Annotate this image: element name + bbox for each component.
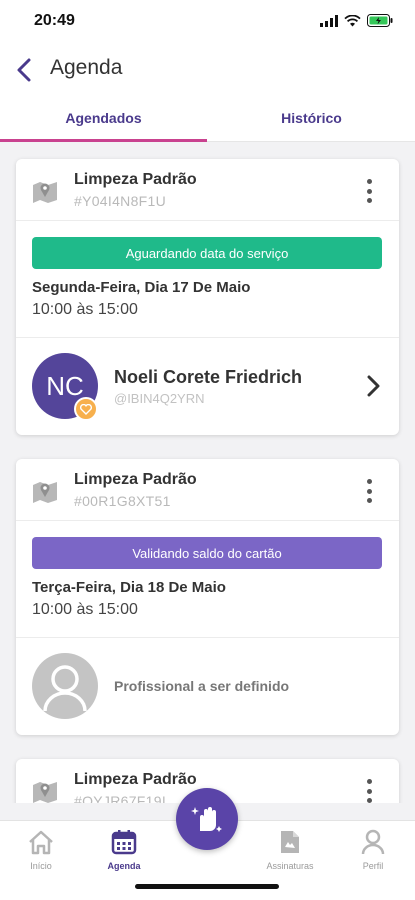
nav-item-assinaturas[interactable]: Assinaturas: [255, 829, 325, 871]
signal-icon: [320, 14, 338, 27]
status-bar: 20:49: [0, 0, 415, 46]
placeholder-avatar-icon: [32, 653, 98, 719]
service-code: #00R1G8XT51: [74, 493, 171, 509]
status-icons: [320, 14, 393, 27]
nav-label: Início: [30, 861, 52, 871]
nav-item-perfil[interactable]: Perfil: [338, 829, 408, 871]
nav-label: Perfil: [362, 861, 384, 871]
map-pin-icon: [33, 182, 57, 203]
appointment-date: Terça-Feira, Dia 18 De Maio: [32, 579, 226, 596]
nav-item-inicio[interactable]: Início: [6, 829, 76, 871]
status-badge: Validando saldo do cartão: [32, 537, 382, 569]
card-header: Limpeza Padrão #00R1G8XT51: [16, 459, 399, 521]
cleaning-action-button[interactable]: [176, 788, 238, 850]
nav-label: Assinaturas: [266, 861, 314, 871]
calendar-icon: [111, 830, 137, 855]
service-title: Limpeza Padrão: [74, 471, 197, 488]
app-header: Agenda: [0, 46, 415, 94]
professional-pending-label: Profissional a ser definido: [114, 678, 290, 694]
professional-handle: @IBIN4Q2YRN: [114, 391, 205, 406]
map-pin-icon: [33, 482, 57, 503]
active-tab-indicator: [0, 139, 207, 142]
nav-item-agenda[interactable]: Agenda: [89, 829, 159, 871]
tab-historico[interactable]: Histórico: [208, 94, 415, 142]
sparkle-hand-icon: [191, 807, 222, 832]
card-header: Limpeza Padrão #Y04I4N8F1U: [16, 159, 399, 221]
status-badge: Aguardando data do serviço: [32, 237, 382, 269]
wifi-icon: [344, 14, 361, 26]
appointment-time: 10:00 às 15:00: [32, 601, 138, 618]
appointment-card[interactable]: Limpeza Padrão #Y04I4N8F1U Aguardando da…: [16, 159, 399, 435]
service-code: #OYJR67F19I: [74, 793, 167, 803]
document-icon: [281, 831, 299, 853]
chevron-right-icon[interactable]: [365, 373, 383, 399]
card-divider: [16, 337, 399, 338]
status-time: 20:49: [34, 12, 75, 29]
home-indicator: [135, 884, 279, 889]
appointment-time: 10:00 às 15:00: [32, 301, 138, 318]
more-options-icon[interactable]: [365, 779, 373, 803]
map-pin-icon: [33, 782, 57, 803]
tab-agendados[interactable]: Agendados: [0, 94, 207, 142]
service-title: Limpeza Padrão: [74, 171, 197, 188]
service-title: Limpeza Padrão: [74, 771, 197, 788]
appointment-date: Segunda-Feira, Dia 17 De Maio: [32, 279, 251, 296]
back-arrow-icon[interactable]: [12, 56, 38, 84]
card-divider: [16, 637, 399, 638]
page-title: Agenda: [50, 56, 123, 79]
service-code: #Y04I4N8F1U: [74, 193, 167, 209]
more-options-icon[interactable]: [365, 179, 373, 203]
appointments-list: Limpeza Padrão #Y04I4N8F1U Aguardando da…: [0, 143, 415, 803]
user-icon: [361, 829, 385, 855]
tab-bar: Agendados Histórico: [0, 94, 415, 142]
home-icon: [29, 830, 53, 855]
appointment-card[interactable]: Limpeza Padrão #00R1G8XT51 Validando sal…: [16, 459, 399, 735]
professional-name: Noeli Corete Friedrich: [114, 367, 303, 387]
more-options-icon[interactable]: [365, 479, 373, 503]
nav-label: Agenda: [107, 861, 141, 871]
heart-icon: [74, 397, 98, 421]
battery-icon: [367, 14, 393, 27]
